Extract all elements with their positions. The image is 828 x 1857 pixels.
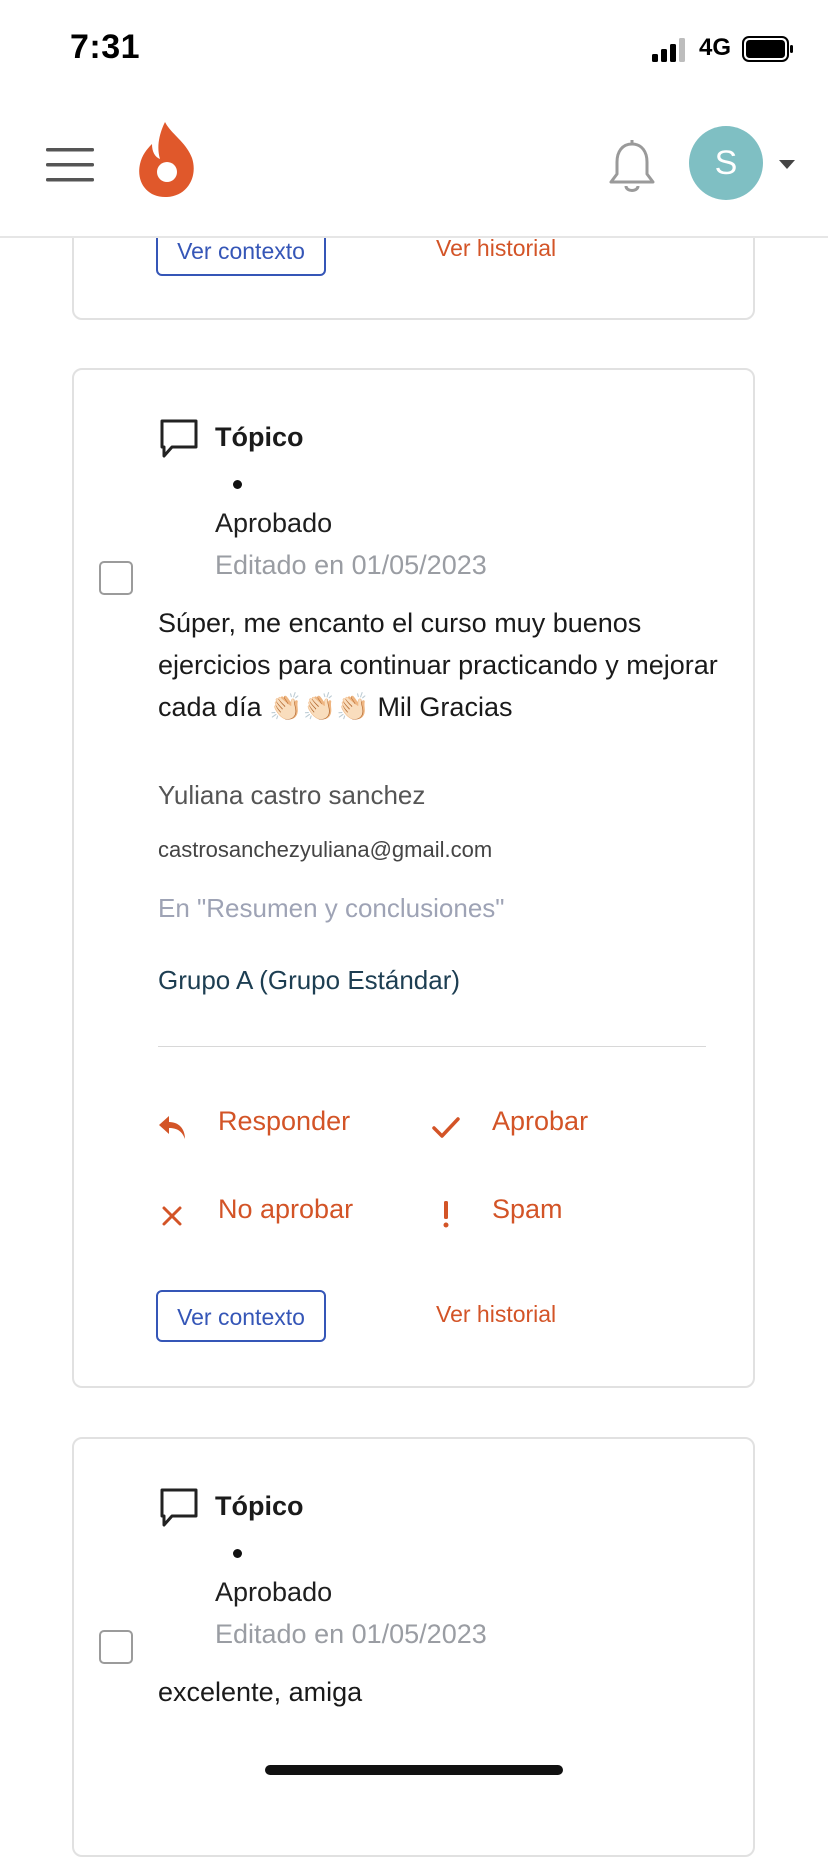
exclamation-icon[interactable] <box>430 1198 462 1230</box>
reply-icon[interactable] <box>156 1111 188 1143</box>
post-type-label: Tópico <box>215 422 304 452</box>
close-icon[interactable] <box>156 1200 188 1232</box>
comment-body: Súper, me encanto el curso muy buenos ej… <box>158 608 718 722</box>
comment-card: Tópico Aprobado Editado en 01/05/2023 ex… <box>72 1437 755 1857</box>
chevron-down-icon[interactable] <box>779 160 795 169</box>
hamburger-menu-icon[interactable] <box>46 146 94 184</box>
spam-button[interactable]: Spam <box>492 1194 563 1225</box>
user-avatar[interactable]: S <box>689 126 763 200</box>
reject-button[interactable]: No aprobar <box>218 1194 353 1225</box>
approve-button[interactable]: Aprobar <box>492 1106 588 1137</box>
edited-date: Editado en 01/05/2023 <box>215 550 487 580</box>
status-label: Aprobado <box>215 1577 333 1607</box>
home-indicator[interactable] <box>265 1765 563 1775</box>
network-type: 4G <box>699 34 732 61</box>
author-email: castrosanchezyuliana@gmail.com <box>158 837 493 862</box>
status-label: Aprobado <box>215 508 333 538</box>
hotmart-flame-logo-icon[interactable] <box>138 122 196 198</box>
battery-icon <box>742 36 793 62</box>
select-checkbox[interactable] <box>99 1630 133 1664</box>
notification-bell-icon[interactable] <box>608 140 656 196</box>
author-name: Yuliana castro sanchez <box>158 780 426 810</box>
group-name: Grupo A (Grupo Estándar) <box>158 965 461 995</box>
speech-bubble-icon <box>160 1488 198 1527</box>
speech-bubble-icon <box>160 419 198 458</box>
status-time: 7:31 <box>70 28 141 66</box>
edited-date: Editado en 01/05/2023 <box>215 1619 487 1649</box>
view-history-link[interactable]: Ver historial <box>436 235 556 262</box>
bullet-separator <box>233 480 242 489</box>
bullet-separator <box>233 1549 242 1558</box>
status-bar: 7:31 4G <box>0 0 828 100</box>
signal-icon <box>652 38 685 62</box>
view-history-link[interactable]: Ver historial <box>436 1301 556 1328</box>
comment-card: Tópico Aprobado Editado en 01/05/2023 Sú… <box>72 368 755 1388</box>
divider <box>158 1046 706 1047</box>
view-context-button[interactable]: Ver contexto <box>156 1290 326 1342</box>
lesson-context: En "Resumen y conclusiones" <box>158 893 505 923</box>
reply-button[interactable]: Responder <box>218 1106 350 1137</box>
app-header: S <box>0 100 828 238</box>
check-icon[interactable] <box>430 1111 462 1143</box>
post-type-label: Tópico <box>215 1491 304 1521</box>
comment-body: excelente, amiga <box>158 1677 363 1707</box>
select-checkbox[interactable] <box>99 561 133 595</box>
